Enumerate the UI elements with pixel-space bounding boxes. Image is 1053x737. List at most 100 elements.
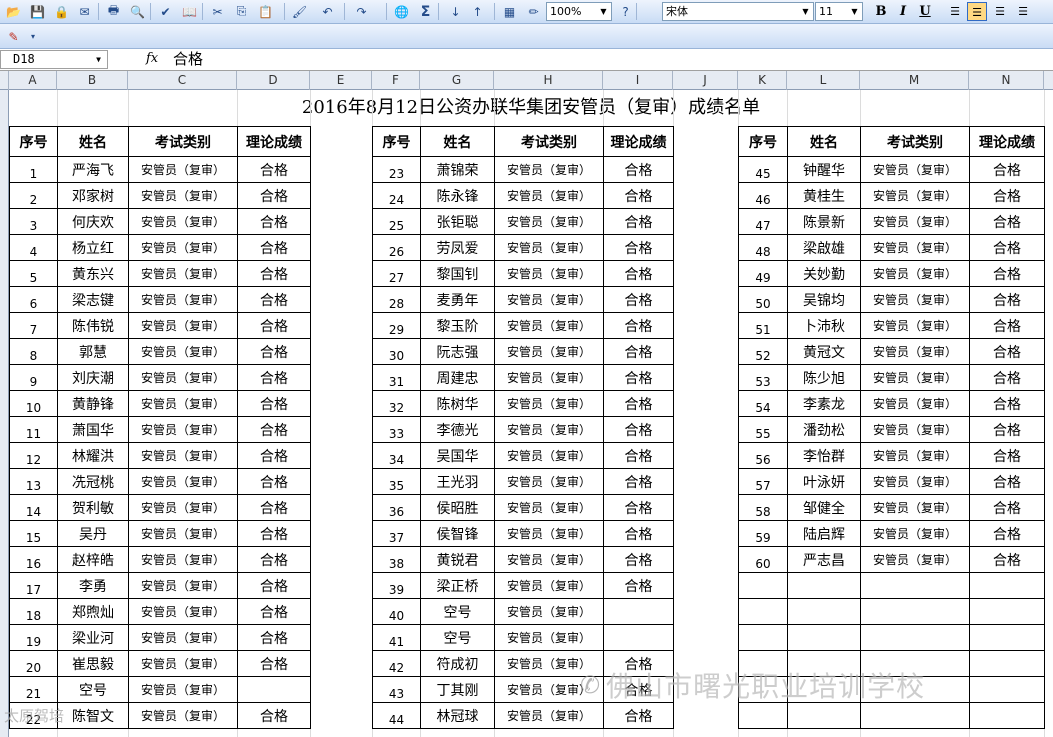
column-heading[interactable]: 理论成绩: [603, 126, 674, 157]
name-cell[interactable]: 空号: [420, 598, 495, 625]
name-cell[interactable]: [787, 598, 861, 625]
seq-cell[interactable]: 44: [372, 702, 421, 729]
seq-cell[interactable]: 2: [9, 182, 58, 209]
category-cell[interactable]: 安管员（复审）: [494, 494, 604, 521]
seq-cell[interactable]: [738, 702, 788, 729]
name-cell[interactable]: 严志昌: [787, 546, 861, 573]
seq-cell[interactable]: 5: [9, 260, 58, 287]
score-cell[interactable]: 合格: [969, 442, 1045, 469]
score-cell[interactable]: 合格: [603, 182, 674, 209]
category-cell[interactable]: 安管员（复审）: [128, 468, 238, 495]
name-cell[interactable]: 陈智文: [57, 702, 129, 729]
name-cell[interactable]: [787, 624, 861, 651]
category-cell[interactable]: 安管员（复审）: [860, 312, 970, 339]
column-header[interactable]: B: [57, 71, 128, 90]
seq-cell[interactable]: 48: [738, 234, 788, 261]
score-cell[interactable]: [603, 624, 674, 651]
name-cell[interactable]: 梁正桥: [420, 572, 495, 599]
column-heading[interactable]: 理论成绩: [969, 126, 1045, 157]
zoom-select[interactable]: 100% ▼: [546, 2, 612, 21]
chevron-down-icon[interactable]: ▼: [848, 4, 861, 19]
name-box[interactable]: D18 ▼: [0, 50, 108, 69]
score-cell[interactable]: 合格: [603, 208, 674, 235]
seq-cell[interactable]: 16: [9, 546, 58, 573]
seq-cell[interactable]: 50: [738, 286, 788, 313]
name-cell[interactable]: 劳凤爱: [420, 234, 495, 261]
category-cell[interactable]: 安管员（复审）: [128, 598, 238, 625]
score-cell[interactable]: 合格: [237, 312, 311, 339]
score-cell[interactable]: 合格: [603, 156, 674, 183]
print-icon[interactable]: 🖶: [104, 2, 123, 21]
score-cell[interactable]: 合格: [603, 702, 674, 729]
column-header[interactable]: C: [128, 71, 237, 90]
pdf-convert-icon[interactable]: ✎: [4, 27, 23, 46]
sort-ascending-icon[interactable]: ↓: [446, 2, 465, 21]
score-cell[interactable]: [969, 676, 1045, 703]
category-cell[interactable]: 安管员（复审）: [494, 468, 604, 495]
seq-cell[interactable]: 6: [9, 286, 58, 313]
category-cell[interactable]: 安管员（复审）: [494, 234, 604, 261]
name-cell[interactable]: 黄桂生: [787, 182, 861, 209]
name-cell[interactable]: 梁啟雄: [787, 234, 861, 261]
category-cell[interactable]: 安管员（复审）: [860, 234, 970, 261]
worksheet-grid[interactable]: 2016年8月12日公资办联华集团安管员（复审）成绩名单 序号 姓名 考试类别 理论成…: [9, 90, 1053, 737]
category-cell[interactable]: 安管员（复审）: [128, 208, 238, 235]
toolbar-options-icon[interactable]: ▾: [28, 27, 38, 46]
chart-wizard-icon[interactable]: ▦: [500, 2, 519, 21]
score-cell[interactable]: 合格: [969, 208, 1045, 235]
seq-cell[interactable]: 53: [738, 364, 788, 391]
name-cell[interactable]: 黎玉阶: [420, 312, 495, 339]
name-cell[interactable]: 陈景新: [787, 208, 861, 235]
category-cell[interactable]: 安管员（复审）: [128, 676, 238, 703]
seq-cell[interactable]: [738, 598, 788, 625]
score-cell[interactable]: 合格: [603, 416, 674, 443]
score-cell[interactable]: 合格: [237, 416, 311, 443]
name-cell[interactable]: 李德光: [420, 416, 495, 443]
name-cell[interactable]: 麦勇年: [420, 286, 495, 313]
category-cell[interactable]: 安管员（复审）: [860, 546, 970, 573]
seq-cell[interactable]: 58: [738, 494, 788, 521]
sheet-title[interactable]: 2016年8月12日公资办联华集团安管员（复审）成绩名单: [9, 90, 1053, 126]
name-cell[interactable]: 黎国钊: [420, 260, 495, 287]
score-cell[interactable]: 合格: [969, 468, 1045, 495]
seq-cell[interactable]: 52: [738, 338, 788, 365]
spelling-icon[interactable]: ✔: [156, 2, 175, 21]
column-header[interactable]: D: [237, 71, 310, 90]
score-cell[interactable]: 合格: [603, 520, 674, 547]
category-cell[interactable]: 安管员（复审）: [860, 286, 970, 313]
seq-cell[interactable]: 35: [372, 468, 421, 495]
name-cell[interactable]: 刘庆潮: [57, 364, 129, 391]
score-cell[interactable]: [237, 676, 311, 703]
score-cell[interactable]: 合格: [237, 546, 311, 573]
score-cell[interactable]: 合格: [237, 364, 311, 391]
save-icon[interactable]: 💾: [28, 2, 47, 21]
score-cell[interactable]: 合格: [603, 572, 674, 599]
redo-icon[interactable]: ↷: [352, 2, 371, 21]
seq-cell[interactable]: 56: [738, 442, 788, 469]
score-cell[interactable]: 合格: [969, 182, 1045, 209]
seq-cell[interactable]: 57: [738, 468, 788, 495]
name-cell[interactable]: 陆启辉: [787, 520, 861, 547]
formula-input[interactable]: 合格: [173, 50, 203, 69]
font-name-select[interactable]: 宋体 ▼: [662, 2, 814, 21]
seq-cell[interactable]: 30: [372, 338, 421, 365]
category-cell[interactable]: [860, 624, 970, 651]
category-cell[interactable]: 安管员（复审）: [494, 390, 604, 417]
seq-cell[interactable]: 29: [372, 312, 421, 339]
category-cell[interactable]: 安管员（复审）: [860, 338, 970, 365]
name-cell[interactable]: 李素龙: [787, 390, 861, 417]
score-cell[interactable]: 合格: [237, 390, 311, 417]
name-cell[interactable]: 贺利敏: [57, 494, 129, 521]
category-cell[interactable]: 安管员（复审）: [860, 260, 970, 287]
name-cell[interactable]: 萧国华: [57, 416, 129, 443]
research-icon[interactable]: 📖: [180, 2, 199, 21]
category-cell[interactable]: 安管员（复审）: [128, 624, 238, 651]
seq-cell[interactable]: 3: [9, 208, 58, 235]
seq-cell[interactable]: 60: [738, 546, 788, 573]
category-cell[interactable]: 安管员（复审）: [128, 286, 238, 313]
name-cell[interactable]: 符成初: [420, 650, 495, 677]
score-cell[interactable]: [969, 650, 1045, 677]
category-cell[interactable]: 安管员（复审）: [494, 598, 604, 625]
category-cell[interactable]: 安管员（复审）: [128, 260, 238, 287]
name-cell[interactable]: 陈伟锐: [57, 312, 129, 339]
